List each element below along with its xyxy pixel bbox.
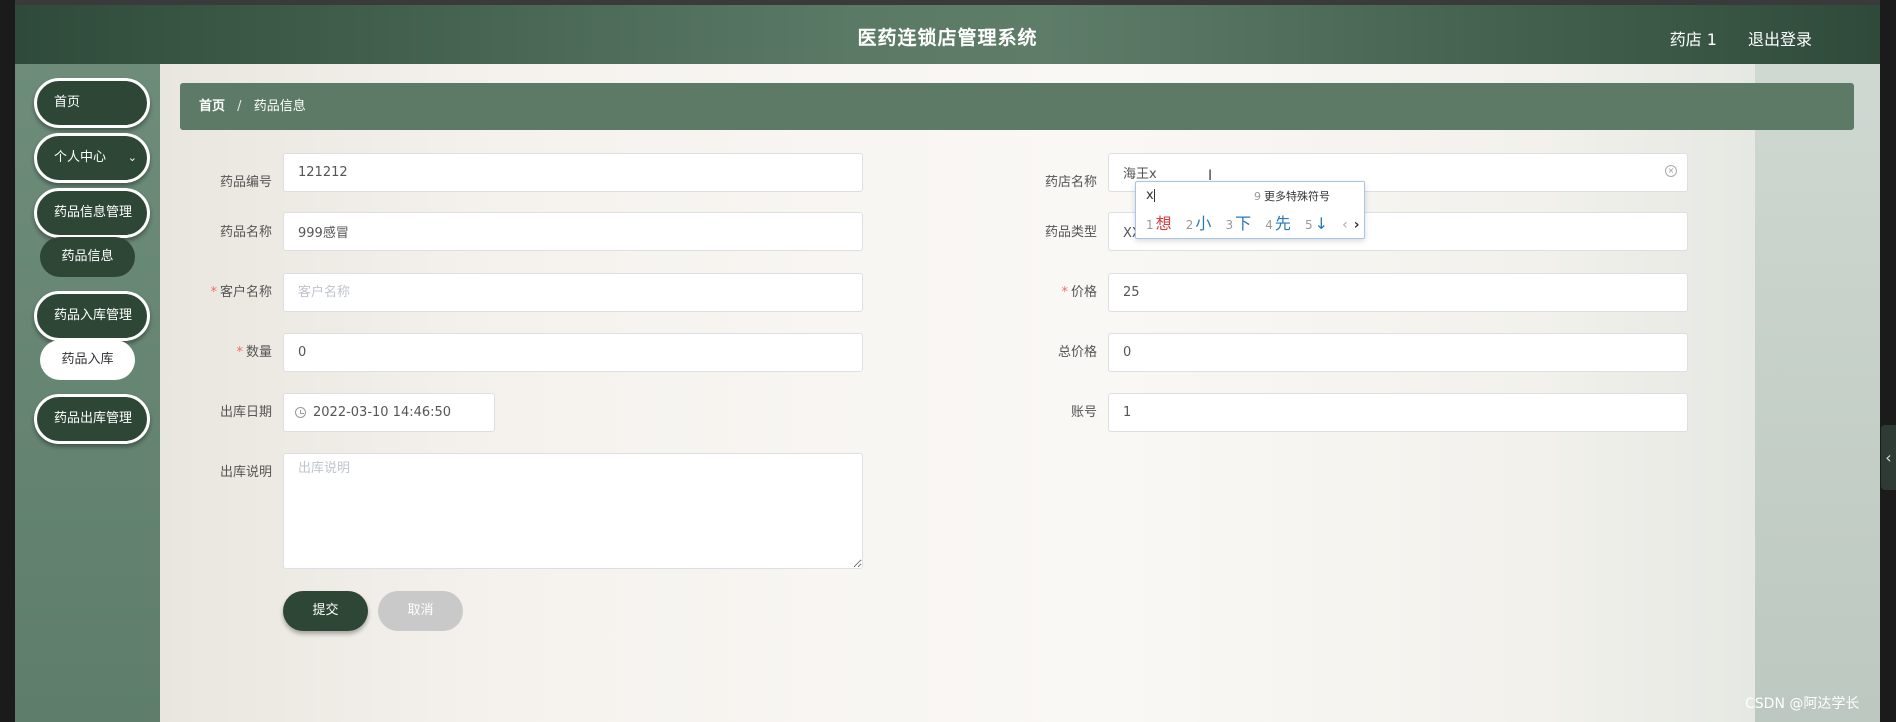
ime-candidate[interactable]: 2小 <box>1186 214 1212 233</box>
ime-candidate-text: 下 <box>1235 214 1252 233</box>
required-mark: * <box>1061 285 1068 300</box>
current-user: 药店 1 <box>1669 30 1717 49</box>
ime-candidate-index: 5 <box>1305 218 1313 232</box>
sidebar-item-label: 药品信息管理 <box>54 205 133 220</box>
breadcrumb-current: 药品信息 <box>253 99 306 114</box>
app-window: 医药连锁店管理系统 药店 1 退出登录 首页 个人中心 ⌄ 药品信息管理 药品信… <box>15 0 1880 722</box>
out-date-label: 出库日期 <box>219 405 272 420</box>
drug-name-input[interactable] <box>283 212 863 251</box>
out-date-picker[interactable]: 2022-03-10 14:46:50 <box>283 393 495 432</box>
account-label: 账号 <box>1070 405 1097 420</box>
breadcrumb-separator: / <box>237 99 242 114</box>
customer-label: * 客户名称 <box>182 281 272 300</box>
sidebar-item-drug-in-mgmt[interactable]: 药品入库管理 <box>34 291 150 341</box>
ime-candidate-text: 先 <box>1274 214 1291 233</box>
out-note-textarea[interactable] <box>283 453 863 569</box>
drug-code-label: 药品编号 <box>219 175 272 190</box>
account-input[interactable] <box>1108 393 1688 432</box>
total-price-input[interactable] <box>1108 333 1688 372</box>
clock-icon <box>295 407 306 418</box>
ime-candidate-text: ↓ <box>1314 214 1329 233</box>
ime-more-index: 9 <box>1254 190 1261 203</box>
main-content: 首页 / 药品信息 药品编号 药品名称 *客户名称 *数量 出库日期 2022-… <box>160 64 1880 722</box>
logout-link[interactable]: 退出登录 <box>1748 26 1812 50</box>
sidebar-subitem-drug-info[interactable]: 药品信息 <box>40 237 135 277</box>
price-label: * 价格 <box>1007 281 1097 300</box>
out-note-label: 出库说明 <box>219 465 272 480</box>
sidebar-item-label: 首页 <box>54 95 81 110</box>
sidebar-subitem-drug-in[interactable]: 药品入库 <box>40 340 135 380</box>
ime-candidate[interactable]: 1想 <box>1146 214 1172 233</box>
sidebar-item-drug-out-mgmt[interactable]: 药品出库管理 <box>34 394 150 444</box>
ime-prev-icon[interactable]: ‹ <box>1342 217 1348 233</box>
ime-next-icon[interactable]: › <box>1354 217 1360 233</box>
ime-candidate-text: 想 <box>1155 214 1172 233</box>
quantity-label: * 数量 <box>182 341 272 360</box>
sidebar-item-label: 药品出库管理 <box>54 411 133 426</box>
app-title: 医药连锁店管理系统 <box>857 27 1038 49</box>
ime-more-label: 更多特殊符号 <box>1264 190 1330 203</box>
clear-icon[interactable]: × <box>1665 165 1677 177</box>
ime-candidate-index: 2 <box>1185 218 1194 232</box>
price-input[interactable] <box>1108 273 1688 312</box>
out-date-value: 2022-03-10 14:46:50 <box>313 405 452 420</box>
ime-more-symbols[interactable]: 9 更多特殊符号 <box>1254 188 1330 204</box>
required-mark: * <box>236 345 243 360</box>
ime-candidate[interactable]: 4先 <box>1265 214 1291 233</box>
drug-name-label: 药品名称 <box>219 225 272 240</box>
top-header: 医药连锁店管理系统 药店 1 退出登录 <box>15 0 1880 64</box>
background-decoration <box>1755 64 1880 722</box>
ime-candidate[interactable]: 5 ↓ <box>1305 214 1328 233</box>
drug-type-label: 药品类型 <box>1044 225 1097 240</box>
customer-label-text: 客户名称 <box>219 285 272 300</box>
drug-code-input[interactable] <box>283 153 863 192</box>
total-price-label: 总价格 <box>1057 345 1097 360</box>
quantity-input[interactable] <box>283 333 863 372</box>
watermark: CSDN @阿达学长 <box>1745 696 1860 712</box>
ime-candidate-list: 1想 2小 3下 4先 5 ↓ ‹ › <box>1146 210 1360 234</box>
chevron-left-icon: ‹ <box>1885 448 1892 467</box>
required-mark: * <box>210 285 217 300</box>
price-label-text: 价格 <box>1070 285 1097 300</box>
sidebar-item-label: 个人中心 <box>54 150 107 165</box>
sidebar-item-personal-center[interactable]: 个人中心 ⌄ <box>34 133 150 183</box>
ime-candidate[interactable]: 3下 <box>1226 214 1252 233</box>
breadcrumb: 首页 / 药品信息 <box>180 83 1854 130</box>
store-name-label: 药店名称 <box>1044 175 1097 190</box>
ime-page-arrows: ‹ › <box>1342 217 1359 233</box>
customer-name-input[interactable] <box>283 273 863 312</box>
sidebar-item-drug-info-mgmt[interactable]: 药品信息管理 <box>34 188 150 238</box>
ime-candidate-text: 小 <box>1195 214 1212 233</box>
sidebar-item-label: 药品入库管理 <box>54 308 133 323</box>
cancel-button[interactable]: 取消 <box>378 591 463 631</box>
ime-caret <box>1153 189 1155 202</box>
ime-candidate-popup: x 9 更多特殊符号 1想 2小 3下 4先 5 ↓ ‹ › <box>1135 181 1365 239</box>
submit-button[interactable]: 提交 <box>283 591 368 631</box>
ime-typed-text: x <box>1146 188 1155 203</box>
ime-candidate-index: 3 <box>1225 218 1234 232</box>
chevron-down-icon: ⌄ <box>127 151 137 164</box>
ime-candidate-index: 4 <box>1265 218 1273 232</box>
sidebar: 首页 个人中心 ⌄ 药品信息管理 药品信息 药品入库管理 药品入库 药品出库管理 <box>15 64 160 722</box>
ime-candidate-index: 1 <box>1146 218 1154 232</box>
quantity-label-text: 数量 <box>245 345 272 360</box>
sidebar-item-home[interactable]: 首页 <box>34 78 150 128</box>
ime-typed-value: x <box>1146 188 1154 203</box>
breadcrumb-home[interactable]: 首页 <box>199 99 225 114</box>
collapse-panel-button[interactable]: ‹ <box>1881 425 1896 490</box>
